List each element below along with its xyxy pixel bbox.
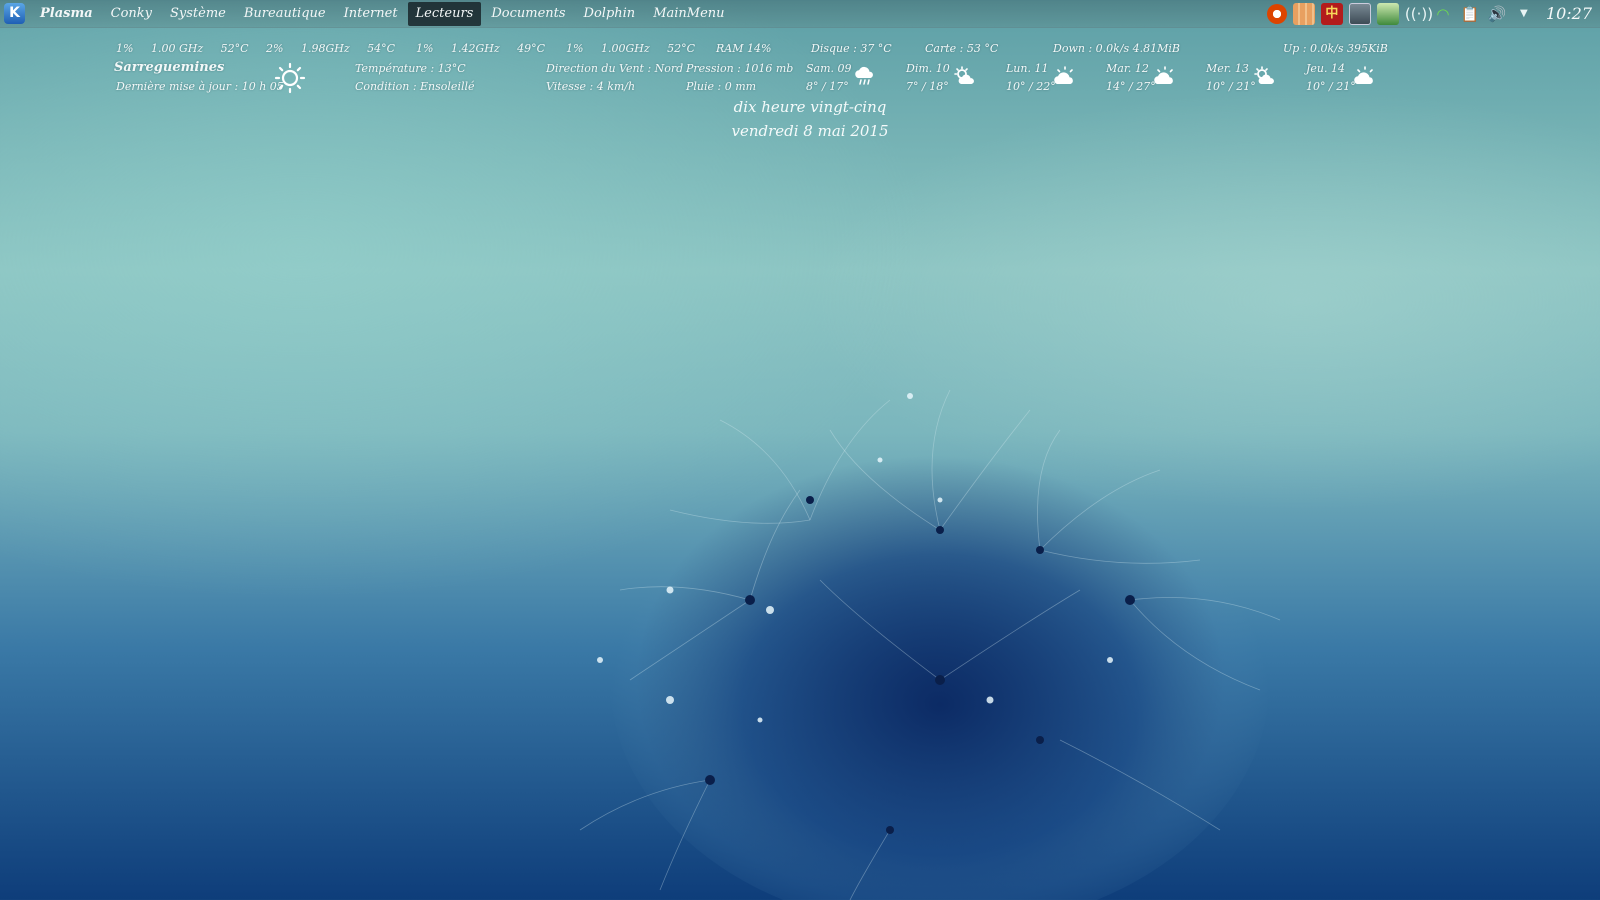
system-tray: 中 ((·)) ◠ 📋 🔊 ▼ 10:27 bbox=[1266, 0, 1600, 27]
cpu-temp: 52°C bbox=[220, 42, 249, 55]
cpu-load: 1% bbox=[416, 42, 434, 55]
kde-launcher-icon[interactable]: K bbox=[4, 3, 25, 24]
green-app-icon[interactable] bbox=[1376, 2, 1399, 25]
cpu-core-2: 2% 1.98GHz 54°C bbox=[266, 42, 395, 55]
forecast-range-6: 10° / 21° bbox=[1306, 80, 1356, 93]
menu-item-lecteurs[interactable]: Lecteurs bbox=[407, 1, 482, 26]
sun-cloud-icon bbox=[1054, 66, 1073, 84]
forecast-day-2: Dim. 10 bbox=[906, 62, 950, 75]
forecast-day-3: Lun. 11 bbox=[1006, 62, 1049, 75]
cpu-load: 1% bbox=[566, 42, 584, 55]
forecast-range-2: 7° / 18° bbox=[906, 80, 949, 93]
menu-item-dolphin[interactable]: Dolphin bbox=[576, 2, 644, 26]
weather-wind-direction: Direction du Vent : Nord bbox=[546, 62, 684, 75]
weather-city: Sarreguemines bbox=[114, 60, 225, 75]
card-temp: Carte : 53 °C bbox=[925, 42, 999, 55]
sun-cloud-icon bbox=[1354, 66, 1373, 84]
weather-pressure: Pression : 1016 mb bbox=[686, 62, 794, 75]
dandelion-wallpaper bbox=[579, 389, 1281, 900]
panel-menu: Plasma Conky Système Bureautique Interne… bbox=[32, 0, 735, 27]
sun-cloud-icon bbox=[1154, 66, 1173, 84]
disk-temp: Disque : 37 °C bbox=[811, 42, 892, 55]
weather-last-update: Dernière mise à jour : 10 h 05 bbox=[116, 80, 284, 93]
weather-rain: Pluie : 0 mm bbox=[686, 80, 757, 93]
forecast-day-1: Sam. 09 bbox=[806, 62, 852, 75]
forecast-range-4: 14° / 27° bbox=[1106, 80, 1156, 93]
cpu-freq: 1.42GHz bbox=[450, 42, 500, 55]
panel-app-icon[interactable] bbox=[1348, 2, 1371, 25]
cpu-freq: 1.00 GHz bbox=[150, 42, 204, 55]
forecast-day-4: Mar. 12 bbox=[1106, 62, 1149, 75]
sun-icon bbox=[274, 62, 306, 94]
menu-item-mainmenu[interactable]: MainMenu bbox=[645, 2, 732, 26]
cpu-core-3: 1% 1.42GHz 49°C bbox=[416, 42, 545, 55]
forecast-range-3: 10° / 22° bbox=[1006, 80, 1056, 93]
volume-icon[interactable]: 🔊 bbox=[1486, 5, 1508, 23]
signal-icon[interactable]: ((·)) bbox=[1405, 5, 1433, 23]
opera-icon[interactable] bbox=[1266, 3, 1287, 24]
cpu-temp: 52°C bbox=[667, 42, 696, 55]
menu-item-documents[interactable]: Documents bbox=[483, 2, 573, 26]
sun-cloud-icon bbox=[1254, 66, 1274, 84]
forecast-range-1: 8° / 17° bbox=[806, 80, 849, 93]
menu-item-bureautique[interactable]: Bureautique bbox=[236, 2, 334, 26]
cpu-temp: 49°C bbox=[517, 42, 546, 55]
grid-app-icon[interactable] bbox=[1292, 2, 1315, 25]
top-panel: K Plasma Conky Système Bureautique Inter… bbox=[0, 0, 1600, 28]
weather-condition: Condition : Ensoleillé bbox=[355, 80, 475, 93]
forecast-range-5: 10° / 21° bbox=[1206, 80, 1256, 93]
wifi-icon[interactable]: ◠ bbox=[1432, 5, 1454, 23]
weather-wind-speed: Vitesse : 4 km/h bbox=[546, 80, 636, 93]
current-date: vendredi 8 mai 2015 bbox=[731, 122, 889, 140]
forecast-day-6: Jeu. 14 bbox=[1306, 62, 1345, 75]
sun-cloud-icon bbox=[954, 66, 974, 84]
rain-cloud-icon bbox=[855, 66, 873, 85]
net-up: Up : 0.0k/s 395KiB bbox=[1283, 42, 1388, 55]
red-app-icon[interactable]: 中 bbox=[1320, 2, 1343, 25]
cpu-core-1: 1% 1.00 GHz 52°C bbox=[116, 42, 249, 55]
net-down: Down : 0.0k/s 4.81MiB bbox=[1053, 42, 1181, 55]
weather-temperature: Température : 13°C bbox=[355, 62, 466, 75]
menu-item-plasma[interactable]: Plasma bbox=[32, 2, 101, 26]
cpu-load: 2% bbox=[266, 42, 284, 55]
menu-item-systeme[interactable]: Système bbox=[162, 2, 234, 26]
menu-item-conky[interactable]: Conky bbox=[103, 2, 160, 26]
forecast-day-5: Mer. 13 bbox=[1206, 62, 1249, 75]
time-in-words: dix heure vingt-cinq bbox=[733, 98, 887, 116]
cpu-core-4: 1% 1.00GHz 52°C bbox=[566, 42, 695, 55]
ram-usage: RAM 14% bbox=[716, 42, 772, 55]
cpu-temp: 54°C bbox=[367, 42, 396, 55]
panel-clock[interactable]: 10:27 bbox=[1546, 4, 1592, 23]
cpu-load: 1% bbox=[116, 42, 134, 55]
menu-item-internet[interactable]: Internet bbox=[336, 2, 406, 26]
cpu-freq: 1.00GHz bbox=[600, 42, 650, 55]
cpu-freq: 1.98GHz bbox=[300, 42, 350, 55]
clipboard-icon[interactable]: 📋 bbox=[1459, 5, 1481, 23]
tray-expand-icon[interactable]: ▼ bbox=[1513, 8, 1535, 19]
